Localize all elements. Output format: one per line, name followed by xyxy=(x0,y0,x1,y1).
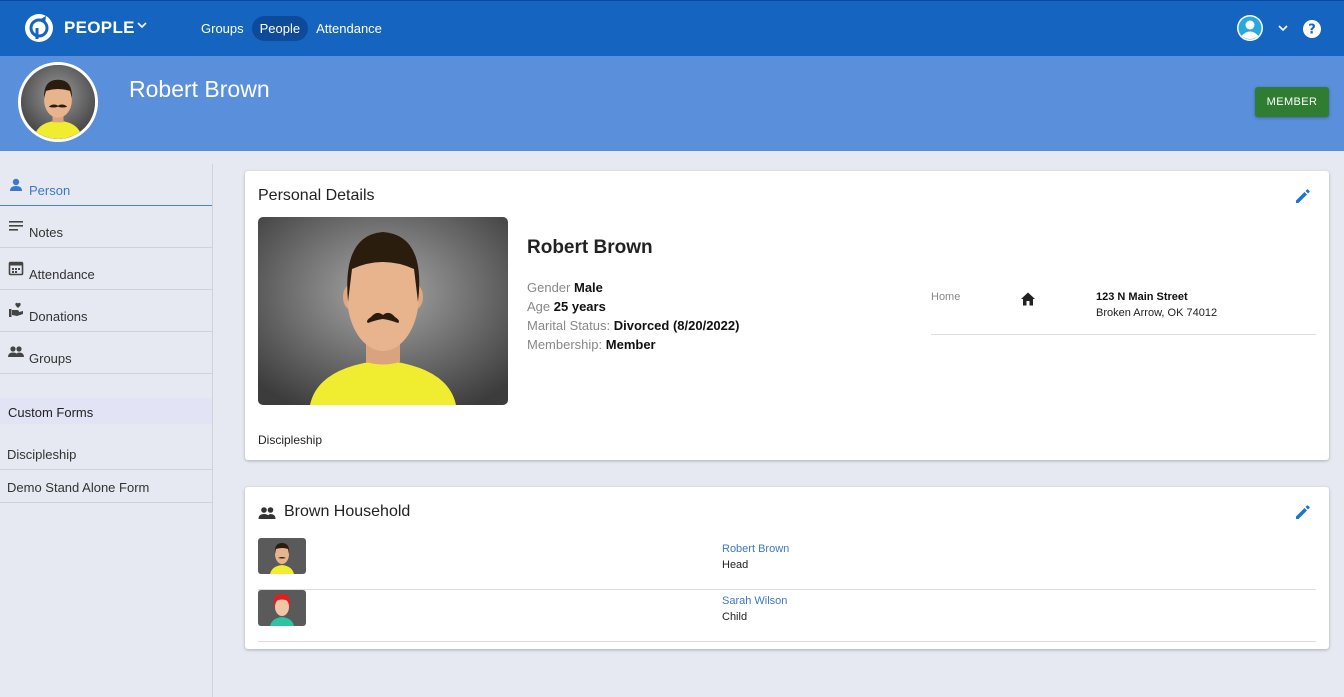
person-name-heading: Robert Brown xyxy=(129,76,270,102)
divider xyxy=(931,334,1316,335)
member-role: Child xyxy=(722,611,748,623)
sidebar-item-donations[interactable]: Donations xyxy=(0,290,212,332)
sidebar-form-discipleship[interactable]: Discipleship xyxy=(0,437,212,470)
person-icon xyxy=(10,178,22,191)
card-title: Personal Details xyxy=(258,187,375,204)
top-nav-bar: PEOPLE Groups People Attendance ? xyxy=(0,0,1344,56)
household-title: Brown Household xyxy=(284,503,411,520)
member-role: Head xyxy=(722,559,749,571)
form-tag-discipleship[interactable]: Discipleship xyxy=(258,433,322,447)
edit-pencil-icon[interactable] xyxy=(1294,503,1312,521)
man-avatar-icon xyxy=(258,217,508,405)
member-name-link[interactable]: Sarah Wilson xyxy=(722,595,787,607)
man-avatar-icon xyxy=(258,538,306,574)
man-avatar-icon xyxy=(21,65,95,139)
nav-people[interactable]: People xyxy=(251,16,309,41)
field-label: Membership: xyxy=(527,337,603,352)
person-photo xyxy=(258,217,508,405)
sidebar-item-label: Donations xyxy=(29,309,88,324)
girl-avatar-icon xyxy=(258,590,306,626)
field-value: Divorced (8/20/2022) xyxy=(613,318,740,333)
member-avatar xyxy=(258,538,306,574)
address-type-label: Home xyxy=(931,291,961,303)
person-sidebar: Person Notes Attendance Donations Groups… xyxy=(0,164,213,697)
sidebar-item-label: Person xyxy=(29,183,71,198)
marital-status-field: Marital Status: Divorced (8/20/2022) xyxy=(527,318,739,333)
groups-icon xyxy=(8,346,24,357)
field-value: 25 years xyxy=(553,299,606,314)
age-field: Age 25 years xyxy=(527,299,606,314)
member-avatar xyxy=(258,590,306,626)
nav-attendance[interactable]: Attendance xyxy=(308,16,390,41)
personal-details-card: Personal Details Robert Brown Gender Mal… xyxy=(245,171,1329,460)
person-avatar xyxy=(18,62,98,142)
app-logo-icon[interactable] xyxy=(24,13,54,43)
svg-text:?: ? xyxy=(1308,23,1316,38)
field-label: Marital Status: xyxy=(527,318,611,333)
address-line-1: 123 N Main Street xyxy=(1096,291,1188,303)
sidebar-item-label: Notes xyxy=(29,225,63,240)
member-name-link[interactable]: Robert Brown xyxy=(722,543,789,555)
user-menu-chevron-icon[interactable] xyxy=(1277,22,1289,34)
sidebar-form-demo-stand-alone[interactable]: Demo Stand Alone Form xyxy=(0,470,212,503)
person-header-banner: Robert Brown MEMBER xyxy=(0,56,1344,151)
household-member-row[interactable]: Sarah Wilson Child xyxy=(258,590,1316,642)
field-label: Gender xyxy=(527,280,571,295)
help-icon[interactable]: ? xyxy=(1302,19,1322,39)
field-value: Member xyxy=(605,337,656,352)
sidebar-item-attendance[interactable]: Attendance xyxy=(0,248,212,290)
calendar-icon xyxy=(8,261,24,276)
household-card: Brown Household Robert Brown Head Sarah … xyxy=(245,487,1329,649)
field-label: Age xyxy=(527,299,551,314)
membership-status-button[interactable]: MEMBER xyxy=(1255,87,1329,117)
main-nav: Groups People Attendance xyxy=(193,16,390,41)
gender-field: Gender Male xyxy=(527,280,603,295)
chevron-down-icon[interactable] xyxy=(136,19,148,31)
field-value: Male xyxy=(574,280,603,295)
nav-groups[interactable]: Groups xyxy=(193,16,252,41)
edit-pencil-icon[interactable] xyxy=(1294,187,1312,205)
person-full-name: Robert Brown xyxy=(527,237,653,258)
address-line-2: Broken Arrow, OK 74012 xyxy=(1096,307,1218,319)
sidebar-item-person[interactable]: Person xyxy=(0,164,212,206)
notes-icon xyxy=(9,221,23,231)
sidebar-item-label: Groups xyxy=(29,351,72,366)
groups-icon xyxy=(258,507,276,519)
sidebar-item-label: Attendance xyxy=(29,267,95,282)
home-icon xyxy=(1021,292,1035,306)
membership-field: Membership: Member xyxy=(527,337,656,352)
custom-forms-header: Custom Forms xyxy=(0,398,212,424)
sidebar-item-notes[interactable]: Notes xyxy=(0,206,212,248)
app-name[interactable]: PEOPLE xyxy=(64,18,135,38)
donation-icon xyxy=(9,302,23,317)
user-account-icon[interactable] xyxy=(1237,15,1263,41)
sidebar-item-groups[interactable]: Groups xyxy=(0,332,212,374)
household-member-row[interactable]: Robert Brown Head xyxy=(258,538,1316,590)
